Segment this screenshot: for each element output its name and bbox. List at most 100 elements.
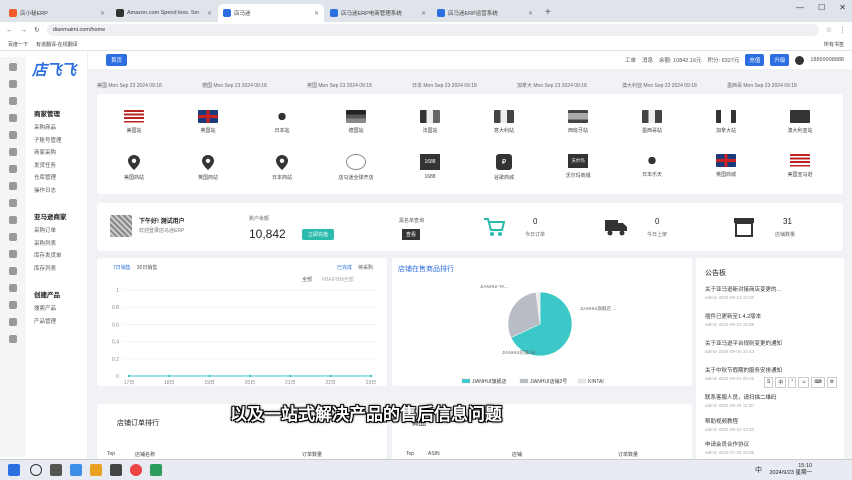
menu-item[interactable]: 搜索产品	[34, 303, 86, 316]
site-global[interactable]: 店马迷全球开店	[331, 154, 381, 181]
menu-item[interactable]: 子账号管理	[34, 135, 86, 148]
site-es[interactable]: 西班牙站	[553, 110, 603, 134]
user-icon[interactable]	[9, 97, 17, 105]
recharge-button[interactable]: 充值	[745, 54, 765, 66]
site-jp-business[interactable]: 日本商站	[257, 154, 307, 181]
user-phone[interactable]: 18899998888	[810, 57, 844, 63]
menu-group-title[interactable]: 商家管理	[34, 108, 86, 118]
notice-item[interactable]: 帮助视频教程 admin 2024-08-10 14:33	[705, 417, 837, 432]
upgrade-button[interactable]: 升级	[770, 54, 790, 66]
list-icon[interactable]	[9, 199, 17, 207]
close-icon[interactable]: ✕	[100, 10, 105, 17]
browser-tab[interactable]: 店小秘ERP ✕	[4, 4, 110, 22]
site-uk-mall[interactable]: 英国商城	[701, 154, 751, 178]
maximize-icon[interactable]: ☐	[818, 3, 825, 12]
avatar[interactable]	[795, 55, 805, 65]
file-icon[interactable]	[9, 301, 17, 309]
tag-icon[interactable]	[9, 216, 17, 224]
close-icon[interactable]: ✕	[314, 10, 319, 17]
work-order-link[interactable]: 工单	[625, 56, 636, 64]
logout-icon[interactable]	[9, 335, 17, 343]
menu-item[interactable]: 产品管理	[34, 316, 86, 329]
message-icon[interactable]	[9, 284, 17, 292]
menu-item[interactable]: 采购商品	[34, 122, 86, 135]
app-icon[interactable]	[110, 464, 122, 476]
site-uk-business[interactable]: 英国商站	[183, 154, 233, 181]
site-google[interactable]: ₽ 谷歌商城	[479, 154, 529, 181]
start-icon[interactable]	[8, 464, 20, 476]
close-icon[interactable]: ✕	[207, 10, 212, 17]
ime-button[interactable]: ☺	[798, 377, 810, 388]
menu-icon[interactable]: ⋮	[839, 26, 846, 34]
cart-icon[interactable]	[9, 131, 17, 139]
ime-indicator[interactable]: 中	[755, 465, 762, 475]
store-icon[interactable]	[9, 165, 17, 173]
ime-button[interactable]: ⚙	[826, 377, 838, 388]
browser-tab[interactable]: 店马迷ERP运营系统 ✕	[432, 4, 538, 22]
close-icon[interactable]: ✕	[528, 10, 533, 17]
site-us-amazon[interactable]: 美国亚马逊	[775, 154, 825, 178]
site-walmart[interactable]: 沃尔玛 沃尔玛商城	[553, 154, 603, 179]
truck-icon[interactable]	[9, 182, 17, 190]
menu-item[interactable]: 商家采购	[34, 147, 86, 160]
site-de[interactable]: 德国站	[331, 110, 381, 134]
site-au[interactable]: 澳大利亚站	[775, 110, 825, 134]
ime-button[interactable]: ⌨	[811, 377, 825, 388]
help-icon[interactable]	[9, 267, 17, 275]
menu-item[interactable]: 仓库管理	[34, 172, 86, 185]
notice-item[interactable]: 插件已更新至1.4.2版本 admin 2024-09-10 15:58	[705, 312, 837, 327]
browser-tab[interactable]: Amazon.com Spend less. Sm ✕	[111, 4, 217, 22]
site-uk[interactable]: 英国站	[183, 110, 233, 134]
site-fr[interactable]: 法国站	[405, 110, 455, 134]
blacklist-button[interactable]: 查看	[402, 229, 421, 240]
site-it[interactable]: 意大利站	[479, 110, 529, 134]
back-icon[interactable]: ←	[6, 27, 13, 34]
clock[interactable]: 15:10 2024/9/23 星期一	[770, 463, 813, 477]
recharge-button[interactable]: 立即充值	[302, 229, 335, 240]
menu-item[interactable]: 操作日志	[34, 185, 86, 198]
stat-orders[interactable]: 0 今日订单	[483, 213, 573, 243]
stat-shops[interactable]: 31 店铺数量	[733, 213, 823, 243]
box-icon[interactable]	[9, 114, 17, 122]
reload-icon[interactable]: ↻	[34, 26, 40, 34]
ime-button[interactable]: S	[764, 377, 774, 388]
site-us-business[interactable]: 美国商站	[109, 154, 159, 181]
bookmark-item[interactable]: 百度一下	[8, 41, 28, 48]
chrome-icon[interactable]	[130, 464, 142, 476]
minimize-icon[interactable]: —	[796, 3, 804, 12]
wechat-icon[interactable]	[150, 464, 162, 476]
ime-button[interactable]: 中	[775, 377, 787, 388]
star-icon[interactable]: ☆	[826, 26, 832, 34]
edge-icon[interactable]	[70, 464, 82, 476]
folder-icon[interactable]	[90, 464, 102, 476]
search-icon[interactable]	[30, 464, 42, 476]
site-rakuten[interactable]: 日本乐天	[627, 154, 677, 178]
site-1688[interactable]: 1688 1688	[405, 154, 455, 180]
url-input[interactable]: dianmaimi.com/home	[46, 24, 819, 36]
message-link[interactable]: 消息	[642, 56, 653, 64]
grid-icon[interactable]	[9, 80, 17, 88]
menu-item[interactable]: 库存列表	[34, 263, 86, 276]
money-icon[interactable]	[9, 233, 17, 241]
new-tab-button[interactable]: +	[539, 4, 557, 22]
close-window-icon[interactable]: ✕	[839, 3, 846, 12]
settings-icon[interactable]	[9, 250, 17, 258]
ime-button[interactable]: °	[788, 377, 797, 388]
menu-group-title[interactable]: 创建产品	[34, 289, 86, 299]
notice-item[interactable]: 关于亚马逊新对接商店变更的... admin 2024-09-13 10:20	[705, 285, 837, 300]
menu-group-title[interactable]: 亚马逊商家	[34, 211, 86, 221]
forward-icon[interactable]: →	[20, 27, 27, 34]
chart-icon[interactable]	[9, 148, 17, 156]
menu-item[interactable]: 库存发货单	[34, 250, 86, 263]
bookmark-item[interactable]: 有道翻译-在线翻译	[36, 41, 78, 48]
menu-item[interactable]: 采购列表	[34, 238, 86, 251]
notice-item[interactable]: 关于亚马逊平台规则变更的通知 admin 2024-09-05 10:43	[705, 339, 837, 354]
breadcrumb[interactable]: 首页	[106, 54, 128, 66]
site-ca[interactable]: 加拿大站	[701, 110, 751, 134]
browser-tab[interactable]: 店马迷ERP电商管理系统 ✕	[325, 4, 431, 22]
notice-item[interactable]: 申请会员合作协议 admin 2024-07-28 16:05	[705, 440, 837, 455]
home-icon[interactable]	[9, 63, 17, 71]
menu-item[interactable]: 采购订单	[34, 225, 86, 238]
close-icon[interactable]: ✕	[421, 10, 426, 17]
site-us[interactable]: 美国站	[109, 110, 159, 134]
